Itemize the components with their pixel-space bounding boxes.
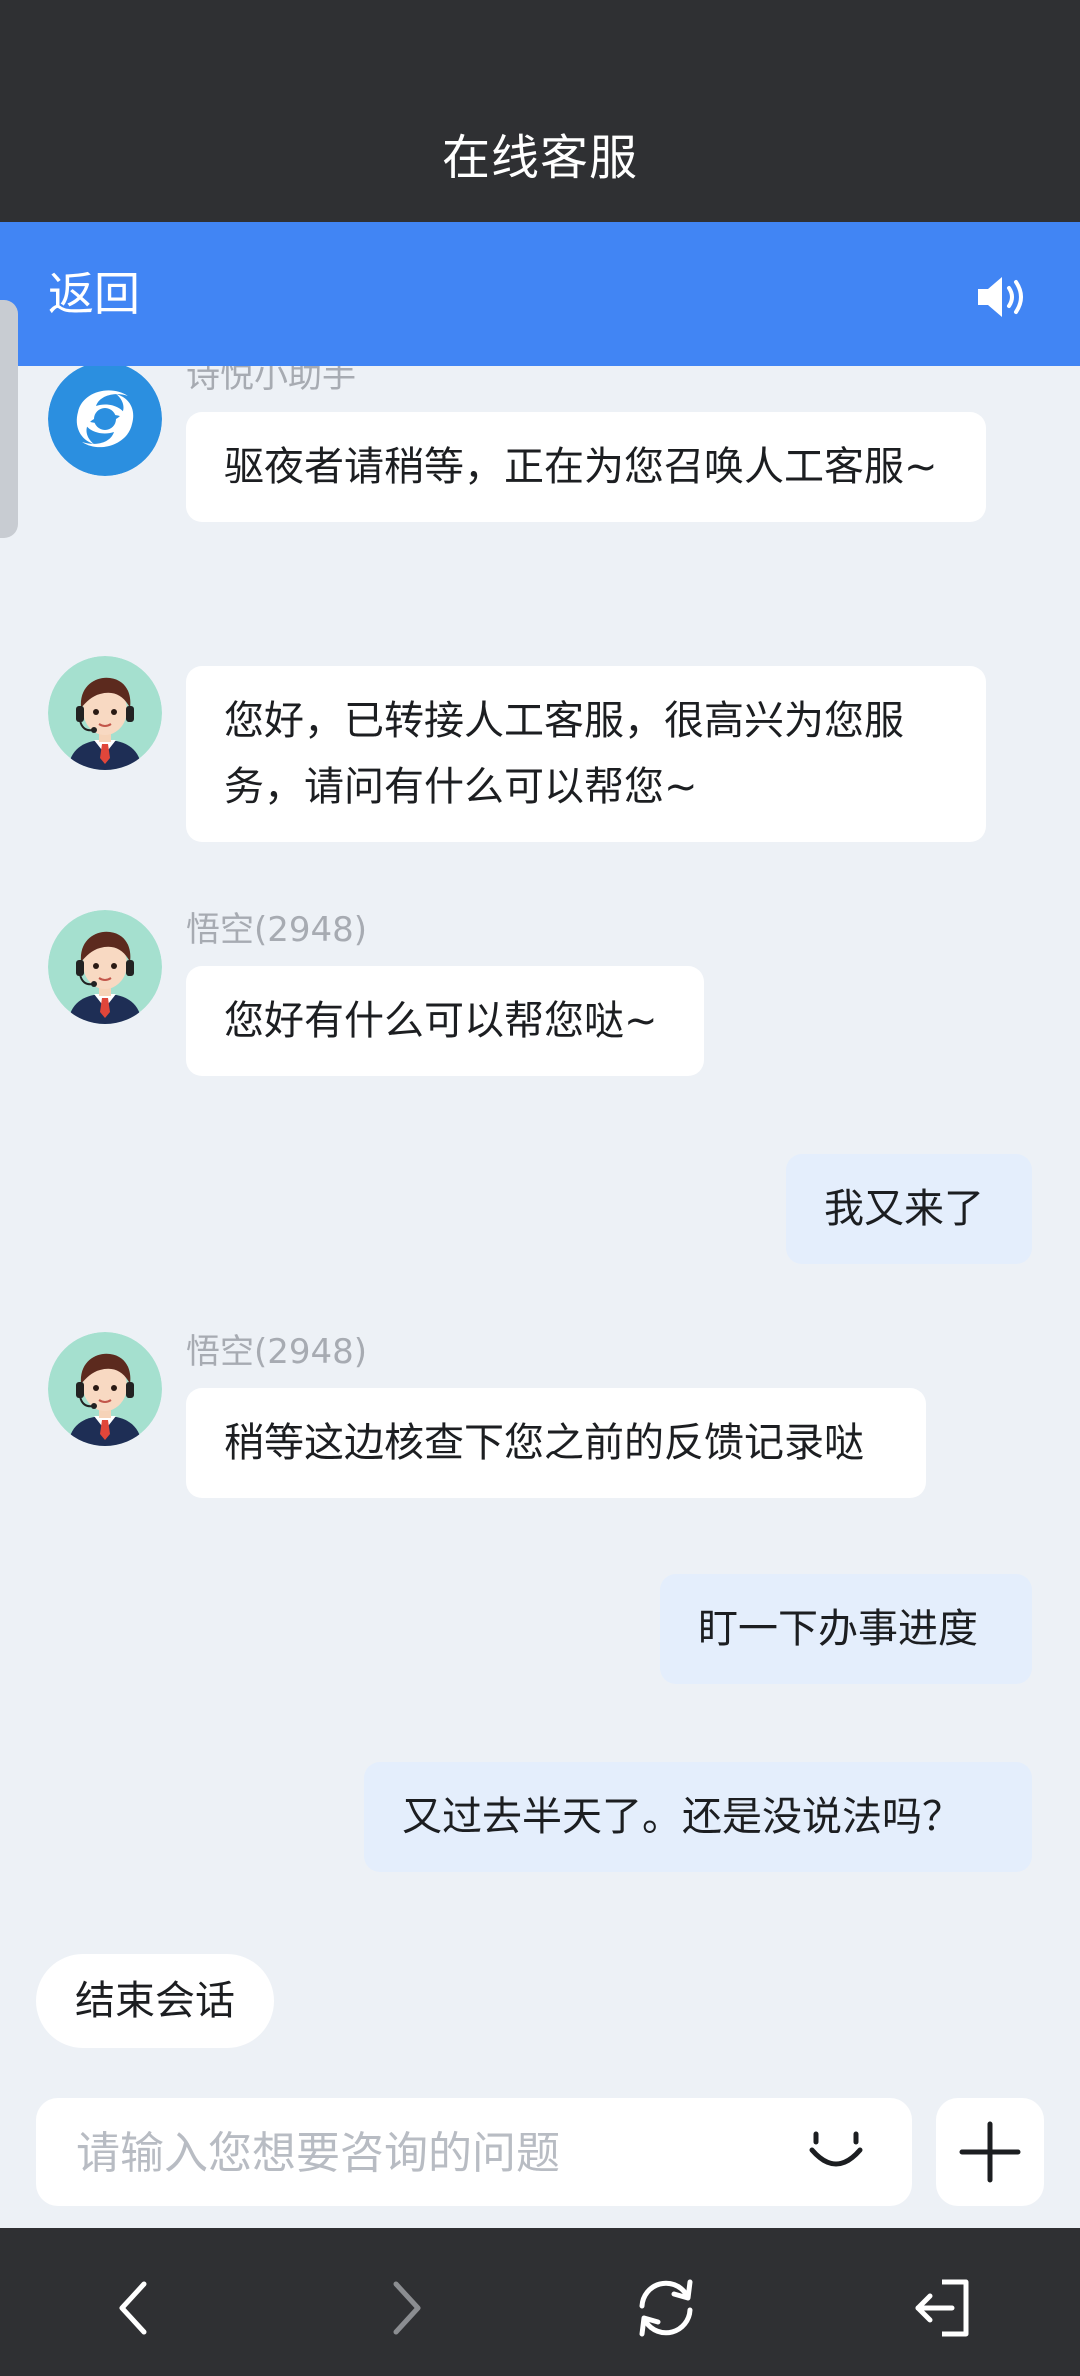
message-bubble-incoming: 您好，已转接人工客服，很高兴为您服务，请问有什么可以帮您~ [186, 666, 986, 842]
agent-avatar-icon [48, 1332, 162, 1446]
speaker-icon[interactable] [974, 272, 1030, 322]
add-attachment-button[interactable] [936, 2098, 1044, 2206]
agent-avatar-icon [48, 656, 162, 770]
sender-name: 悟空(2948) [186, 1332, 368, 1372]
chevron-right-icon[interactable] [368, 2272, 440, 2344]
refresh-icon[interactable] [630, 2272, 702, 2344]
chat-area[interactable]: 诗悦小助手 驱夜者请稍等，正在为您召唤人工客服~ 您好，已转接人工客服，很高兴为… [0, 366, 1080, 2006]
title-bar: 在线客服 [0, 0, 1080, 222]
side-drawer-handle[interactable] [0, 300, 18, 538]
page-title: 在线客服 [441, 130, 638, 186]
message-input[interactable] [74, 2098, 778, 2208]
message-bubble-outgoing: 盯一下办事进度 [660, 1574, 1032, 1684]
bot-avatar-icon [48, 366, 162, 476]
composer [36, 2098, 912, 2208]
message-bubble-incoming: 您好有什么可以帮您哒~ [186, 966, 704, 1076]
message-bubble-outgoing: 我又来了 [786, 1154, 1032, 1264]
plus-icon [959, 2121, 1021, 2183]
message-bubble-outgoing: 又过去半天了。还是没说法吗？ [364, 1762, 1032, 1872]
message-bubble-incoming: 稍等这边核查下您之前的反馈记录哒 [186, 1388, 926, 1498]
nav-bar: 返回 [0, 222, 1080, 366]
end-session-button[interactable]: 结束会话 [36, 1954, 274, 2048]
sender-name: 悟空(2948) [186, 910, 368, 950]
agent-avatar-icon [48, 910, 162, 1024]
smiley-icon[interactable] [804, 2120, 868, 2184]
sender-name: 诗悦小助手 [186, 366, 356, 396]
exit-icon[interactable] [908, 2272, 980, 2344]
message-bubble-incoming: 驱夜者请稍等，正在为您召唤人工客服~ [186, 412, 986, 522]
chevron-left-icon[interactable] [100, 2272, 172, 2344]
back-button[interactable]: 返回 [48, 264, 140, 324]
browser-toolbar [0, 2228, 1080, 2376]
